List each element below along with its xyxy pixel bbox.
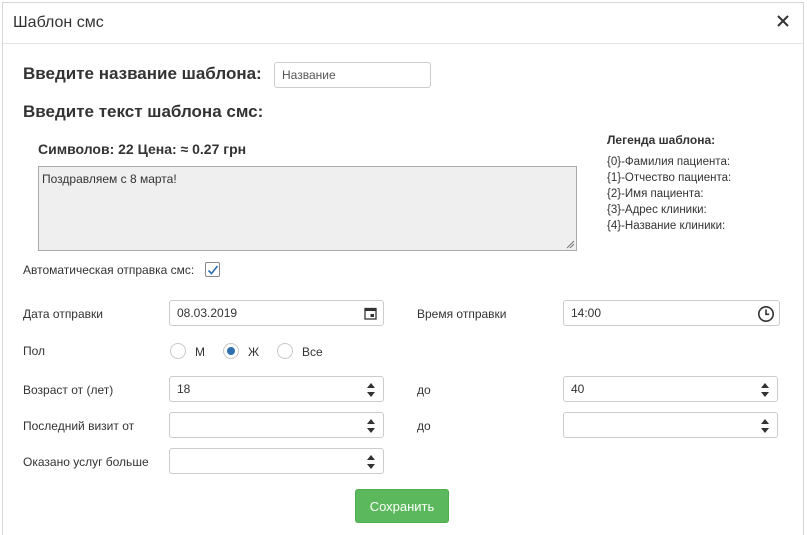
send-time-value: 14:00: [571, 306, 602, 320]
services-input[interactable]: [169, 448, 384, 474]
close-icon: [777, 15, 789, 27]
age-to-value: 40: [571, 382, 585, 396]
gender-radio-all[interactable]: [277, 343, 293, 359]
template-name-placeholder: Название: [282, 68, 336, 82]
calendar-icon[interactable]: [364, 307, 377, 320]
last-visit-to-label: до: [417, 419, 431, 433]
services-label: Оказано услуг больше: [23, 455, 149, 469]
last-visit-from-label: Последний визит от: [23, 419, 135, 433]
spinner-icon[interactable]: [367, 416, 375, 436]
legend-title: Легенда шаблона:: [607, 133, 716, 147]
template-name-label: Введите название шаблона:: [23, 64, 262, 83]
legend-item: {4}-Название клиники:: [607, 220, 726, 232]
auto-send-label: Автоматическая отправка смс:: [23, 263, 195, 277]
close-button[interactable]: [775, 12, 791, 30]
age-from-input[interactable]: 18: [169, 376, 384, 402]
check-icon: [207, 265, 218, 275]
age-to-input[interactable]: 40: [563, 376, 778, 402]
age-from-value: 18: [177, 382, 191, 396]
sms-text-value: Поздравляем с 8 марта!: [42, 172, 177, 186]
legend-item: {3}-Адрес клиники:: [607, 204, 707, 216]
clock-icon[interactable]: [757, 305, 775, 323]
spinner-icon[interactable]: [761, 380, 769, 400]
auto-send-checkbox[interactable]: [205, 262, 220, 277]
template-name-input[interactable]: Название: [274, 62, 431, 88]
send-date-input[interactable]: 08.03.2019: [169, 300, 384, 326]
save-button[interactable]: Сохранить: [355, 489, 449, 523]
legend-item: {2}-Имя пациента:: [607, 188, 704, 200]
send-time-label: Время отправки: [417, 307, 507, 321]
gender-option-all: Все: [302, 345, 323, 359]
age-to-label: до: [417, 383, 431, 397]
last-visit-from-input[interactable]: [169, 412, 384, 438]
spinner-icon[interactable]: [367, 380, 375, 400]
resize-handle-icon[interactable]: [566, 240, 575, 249]
template-text-label: Введите текст шаблона смс:: [23, 102, 264, 121]
gender-radio-f[interactable]: [223, 343, 239, 359]
modal-header: Шаблон смс: [3, 3, 803, 44]
last-visit-to-input[interactable]: [563, 412, 778, 438]
gender-radio-m[interactable]: [170, 343, 186, 359]
gender-option-f: Ж: [248, 345, 260, 359]
sms-text-area[interactable]: Поздравляем с 8 марта!: [38, 166, 577, 251]
spinner-icon[interactable]: [367, 452, 375, 472]
gender-label: Пол: [23, 344, 46, 358]
legend-item: {1}-Отчество пациента:: [607, 172, 732, 184]
modal-title: Шаблон смс: [13, 14, 104, 31]
age-from-label: Возраст от (лет): [23, 383, 114, 397]
spinner-icon[interactable]: [761, 416, 769, 436]
gender-option-m: М: [195, 345, 205, 359]
legend-item: {0}-Фамилия пациента:: [607, 156, 731, 168]
template-legend: Легенда шаблона: {0}-Фамилия пациента: {…: [607, 133, 797, 234]
char-counter: Символов: 22 Цена: ≈ 0.27 грн: [38, 141, 247, 157]
send-date-value: 08.03.2019: [177, 306, 238, 320]
send-date-label: Дата отправки: [23, 307, 103, 321]
send-time-input[interactable]: 14:00: [563, 300, 780, 326]
